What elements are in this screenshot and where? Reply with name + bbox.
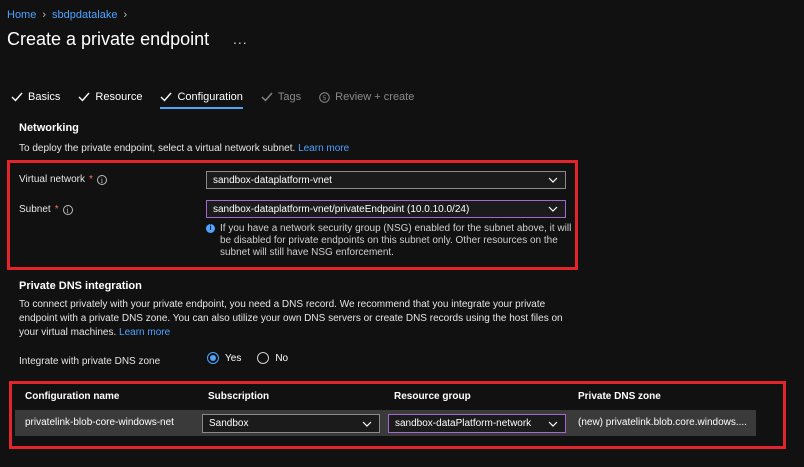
required-mark: * (88, 174, 93, 185)
radio-yes[interactable] (207, 352, 219, 364)
wizard-tabs: Basics Resource Configuration Tags 5 Rev… (11, 91, 414, 109)
step-number-icon: 5 (319, 91, 330, 103)
networking-intro-text: To deploy the private endpoint, select a… (19, 143, 296, 154)
checkmark-icon (11, 92, 23, 102)
dns-intro-text: To connect privately with your private e… (19, 299, 563, 338)
radio-yes-label: Yes (225, 352, 242, 364)
tab-label: Configuration (177, 91, 243, 103)
vnet-label-text: Virtual network (19, 174, 85, 185)
networking-heading: Networking (19, 122, 79, 134)
col-header-subscription: Subscription (208, 391, 270, 402)
dns-heading: Private DNS integration (19, 280, 142, 292)
dns-intro: To connect privately with your private e… (19, 298, 579, 340)
integrate-dns-label: Integrate with private DNS zone (19, 356, 161, 367)
tab-label: Tags (277, 91, 302, 103)
info-filled-icon: i (206, 224, 215, 233)
chevron-down-icon (362, 421, 372, 427)
more-options-icon[interactable]: ... (233, 31, 248, 47)
breadcrumb-home-link[interactable]: Home (7, 9, 36, 21)
nsg-note-text: If you have a network security group (NS… (220, 223, 572, 258)
breadcrumb-resource-link[interactable]: sbdpdatalake (52, 9, 117, 21)
vnet-select[interactable]: sandbox-dataplatform-vnet (206, 171, 566, 189)
tab-label: Basics (28, 91, 61, 103)
checkmark-icon (160, 92, 173, 102)
col-header-resource-group: Resource group (394, 391, 471, 402)
resource-group-select[interactable]: sandbox-dataPlatform-network (388, 414, 566, 433)
tab-configuration[interactable]: Configuration (160, 91, 244, 109)
subscription-select[interactable]: Sandbox (202, 414, 380, 433)
tab-review-create[interactable]: 5 Review + create (319, 91, 414, 107)
subscription-select-value: Sandbox (209, 418, 249, 429)
networking-learn-more-link[interactable]: Learn more (298, 143, 349, 154)
info-icon[interactable]: i (62, 204, 73, 215)
tab-tags[interactable]: Tags (261, 91, 301, 107)
tab-basics[interactable]: Basics (11, 91, 60, 107)
breadcrumb: Home › sbdpdatalake › (7, 9, 127, 21)
chevron-down-icon (548, 421, 558, 427)
chevron-down-icon (548, 206, 558, 212)
chevron-down-icon (548, 177, 558, 183)
networking-intro: To deploy the private endpoint, select a… (19, 142, 349, 156)
integrate-dns-radio-group: Yes No (207, 352, 288, 364)
info-icon[interactable]: i (96, 174, 107, 185)
dns-learn-more-link[interactable]: Learn more (119, 327, 170, 338)
nsg-note: i If you have a network security group (… (206, 223, 572, 259)
checkmark-icon (261, 92, 273, 102)
radio-no[interactable] (257, 352, 270, 364)
vnet-label: Virtual network * i (19, 174, 107, 185)
cell-dns-zone: (new) privatelink.blob.core.windows.... (578, 417, 747, 428)
cell-config-name: privatelink-blob-core-windows-net (25, 417, 174, 428)
chevron-right-icon: › (42, 9, 47, 21)
radio-no-label: No (275, 352, 289, 364)
tab-resource[interactable]: Resource (78, 91, 142, 107)
resource-group-select-value: sandbox-dataPlatform-network (395, 418, 532, 429)
required-mark: * (54, 204, 59, 215)
checkmark-icon (78, 92, 90, 102)
col-header-dns-zone: Private DNS zone (578, 391, 661, 402)
tab-label: Review + create (335, 91, 415, 103)
chevron-right-icon: › (123, 9, 128, 21)
svg-text:5: 5 (323, 95, 327, 102)
subnet-label: Subnet * i (19, 204, 73, 215)
subnet-select[interactable]: sandbox-dataplatform-vnet/privateEndpoin… (206, 200, 566, 218)
subnet-select-value: sandbox-dataplatform-vnet/privateEndpoin… (213, 203, 470, 215)
vnet-select-value: sandbox-dataplatform-vnet (213, 174, 332, 186)
tab-label: Resource (95, 91, 143, 103)
page-title: Create a private endpoint (7, 29, 210, 49)
subnet-label-text: Subnet (19, 204, 51, 215)
col-header-config-name: Configuration name (25, 391, 120, 402)
